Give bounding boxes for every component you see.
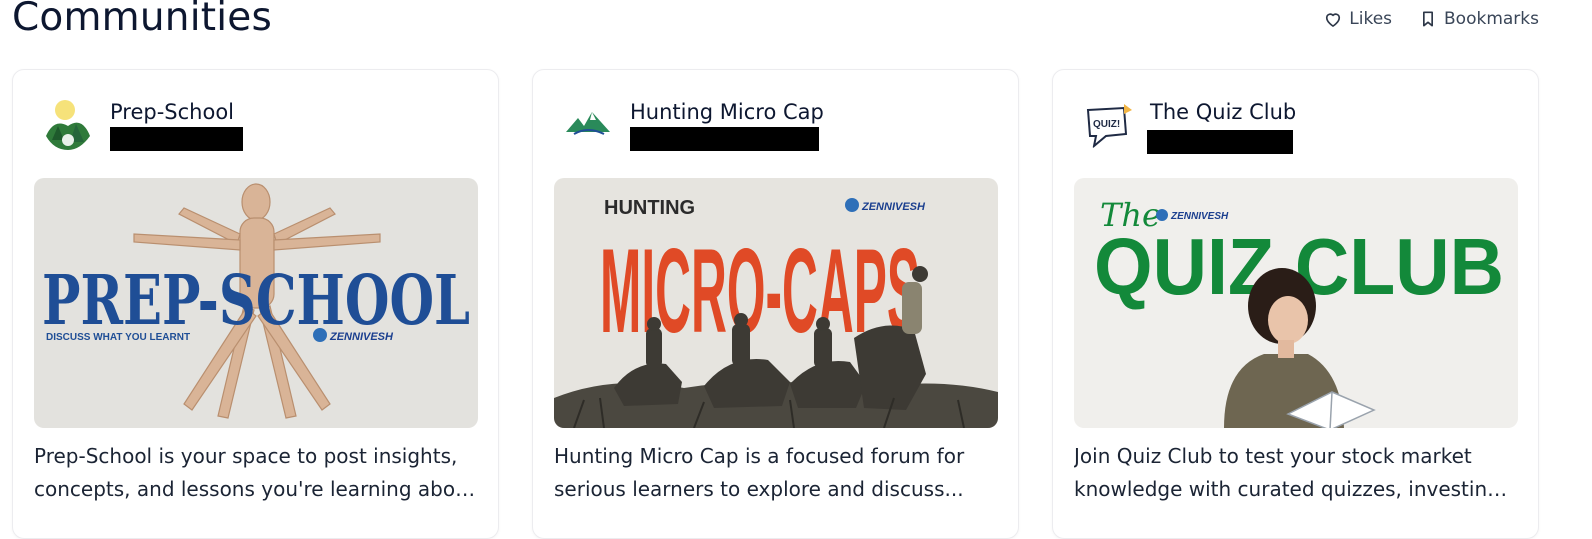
- quiz-speech-bubble-icon: QUIZ!: [1080, 96, 1136, 152]
- community-description: Join Quiz Club to test your stock market…: [1074, 440, 1518, 506]
- community-banner: HUNTING MICRO-CAPS ZENNIVESH: [554, 178, 998, 428]
- community-card-the-quiz-club[interactable]: QUIZ! The Quiz Club The ZENNIVESH QUIZ C…: [1052, 69, 1539, 539]
- description-line: serious learners to explore and discuss.…: [554, 477, 964, 501]
- redacted-block: [630, 127, 819, 151]
- prep-school-logo-icon: [42, 100, 94, 152]
- community-name: The Quiz Club: [1150, 100, 1297, 124]
- community-banner: PREP-SCHOOL DISCUSS WHAT YOU LEARNT ZENN…: [34, 178, 478, 428]
- banner-brand: ZENNIVESH: [861, 201, 926, 213]
- quiz-club-banner-image: The ZENNIVESH QUIZ CLUB: [1074, 178, 1518, 428]
- hunting-micro-caps-banner-image: HUNTING MICRO-CAPS ZENNIVESH: [554, 178, 998, 428]
- description-line: Join Quiz Club to test your stock market: [1074, 444, 1472, 468]
- banner-brand: ZENNIVESH: [1170, 211, 1229, 222]
- bookmarks-label: Bookmarks: [1444, 9, 1539, 29]
- community-name: Prep-School: [110, 100, 235, 124]
- banner-brand: ZENNIVESH: [329, 331, 394, 343]
- description-line: Prep-School is your space to post insigh…: [34, 444, 458, 468]
- banner-tagline: DISCUSS WHAT YOU LEARNT: [46, 332, 190, 343]
- description-line: Hunting Micro Cap is a focused forum for: [554, 444, 965, 468]
- community-name: Hunting Micro Cap: [630, 100, 824, 124]
- community-card-prep-school[interactable]: Prep-School PREP-SCHOOL DISCUSS WHAT YOU…: [12, 69, 499, 539]
- community-avatar: [560, 96, 616, 152]
- community-banner: The ZENNIVESH QUIZ CLUB: [1074, 178, 1518, 428]
- community-card-hunting-micro-cap[interactable]: Hunting Micro Cap HUNTING MICRO-CAPS ZEN…: [532, 69, 1019, 539]
- community-avatar: QUIZ!: [1080, 96, 1136, 152]
- banner-kicker: HUNTING: [604, 197, 695, 219]
- community-card-list: Prep-School PREP-SCHOOL DISCUSS WHAT YOU…: [12, 69, 1539, 539]
- banner-headline: PREP-SCHOOL: [42, 261, 470, 341]
- community-description: Hunting Micro Cap is a focused forum for…: [554, 440, 998, 506]
- header-actions: Likes Bookmarks: [1323, 9, 1539, 29]
- community-description: Prep-School is your space to post insigh…: [34, 440, 478, 506]
- redacted-block: [1147, 130, 1293, 154]
- bookmarks-link[interactable]: Bookmarks: [1418, 9, 1539, 29]
- redacted-block: [110, 127, 243, 151]
- bookmark-icon: [1423, 11, 1434, 27]
- mountain-logo-icon: [560, 96, 616, 152]
- community-avatar: [40, 96, 96, 152]
- description-line: concepts, and lessons you're learning ab…: [34, 477, 478, 501]
- description-line: knowledge with curated quizzes, investin…: [1074, 477, 1518, 501]
- page-title: Communities: [12, 0, 272, 40]
- avatar-text: QUIZ!: [1093, 119, 1120, 130]
- communities-page: Communities Likes Bookmarks Prep-School …: [0, 0, 1592, 539]
- likes-label: Likes: [1349, 9, 1393, 29]
- heart-icon: [1326, 13, 1341, 27]
- prep-school-banner-image: PREP-SCHOOL DISCUSS WHAT YOU LEARNT ZENN…: [34, 178, 478, 428]
- page-header: Communities Likes Bookmarks: [12, 0, 1592, 48]
- likes-link[interactable]: Likes: [1323, 9, 1392, 29]
